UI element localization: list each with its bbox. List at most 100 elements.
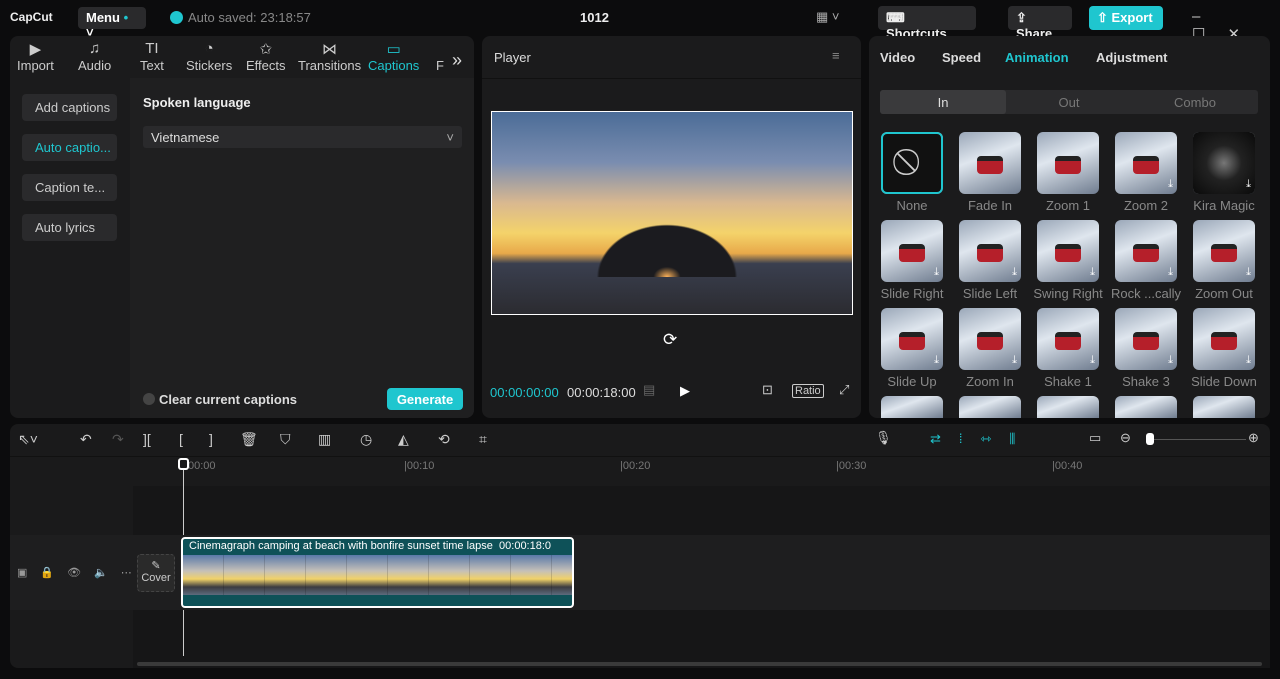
timeline-snap-toggles[interactable]: ⇄⁞⇿⫼ — [930, 431, 1033, 447]
play-button[interactable]: ▶ — [680, 383, 690, 399]
redo-icon[interactable]: ↷ — [112, 431, 124, 448]
segment-out[interactable]: Out — [1006, 90, 1132, 114]
freeze-icon[interactable]: ▥ — [318, 431, 331, 448]
clear-captions-checkbox[interactable]: Clear current captions — [143, 392, 297, 407]
tab-label: Audio — [78, 58, 112, 73]
ruler-label: |00:40 — [1052, 460, 1083, 472]
fit-icon[interactable]: ⊡ — [762, 382, 773, 398]
tab-transitions[interactable]: ⋈ Transitions — [298, 40, 361, 73]
tab-video[interactable]: Video — [880, 50, 915, 65]
split-left-icon[interactable]: [ — [179, 431, 183, 447]
microphone-icon[interactable]: 🎙 — [875, 430, 892, 446]
tab-label: Captions — [368, 58, 420, 73]
animation-tile[interactable] — [881, 396, 943, 418]
animation-tile[interactable]: ⤓ — [959, 220, 1021, 282]
clip-duration: 00:00:18:0 — [499, 540, 552, 552]
tab-label: Text — [140, 58, 164, 73]
reverse-icon[interactable]: ◷ — [360, 431, 372, 448]
animation-label: None — [896, 198, 928, 213]
zoom-out-icon[interactable]: ⊖ — [1120, 430, 1131, 446]
ratio-button[interactable]: Ratio — [792, 384, 824, 398]
animation-tile[interactable] — [1115, 396, 1177, 418]
tab-effects[interactable]: ✩ Effects — [246, 40, 286, 73]
current-time: 00:00:00:00 — [490, 385, 559, 400]
animation-tile[interactable] — [959, 132, 1021, 194]
export-button[interactable]: ⇧ Export — [1089, 6, 1163, 30]
animation-tile[interactable]: ⤓ — [1115, 132, 1177, 194]
tab-captions[interactable]: ▭ Captions — [368, 40, 419, 73]
animation-tile[interactable]: ⤓ — [1115, 220, 1177, 282]
shortcuts-button[interactable]: ⌨ Shortcuts — [878, 6, 976, 41]
tab-adjustment[interactable]: Adjustment — [1096, 50, 1168, 65]
mirror-icon[interactable]: ◭ — [398, 431, 409, 448]
animation-tile[interactable] — [959, 396, 1021, 418]
animation-label: Shake 3 — [1122, 374, 1170, 389]
share-button[interactable]: ⇪ Share — [1008, 6, 1072, 41]
animation-tile[interactable]: ⤓ — [959, 308, 1021, 370]
total-time: 00:00:18:00 — [567, 385, 636, 400]
track-controls[interactable]: ▣🔒👁🔈⋯ — [17, 566, 145, 579]
preview-axis-icon[interactable]: ▭ — [1089, 430, 1101, 446]
cable-car — [1133, 332, 1159, 350]
animation-tile[interactable]: ⤓ — [881, 220, 943, 282]
rotate-icon[interactable]: ⟳ — [663, 330, 677, 350]
layout-icon[interactable]: ▦ ˅ — [816, 9, 840, 25]
video-clip[interactable]: Cinemagraph camping at beach with bonfir… — [181, 537, 574, 608]
animation-tile[interactable]: ⤓ — [1193, 132, 1255, 194]
marker-icon[interactable]: ⛉ — [280, 431, 291, 448]
animation-tile[interactable]: ⤓ — [1115, 308, 1177, 370]
download-icon: ⤓ — [1012, 266, 1017, 278]
more-tabs-icon[interactable]: » — [452, 50, 462, 71]
animation-tile[interactable] — [1037, 396, 1099, 418]
generate-button[interactable]: Generate — [387, 388, 463, 410]
ruler-label: |00:20 — [620, 460, 651, 472]
timeline-list-icon[interactable]: ▤ — [643, 382, 655, 398]
animation-label: Slide Up — [887, 374, 937, 389]
autosave-status: Auto saved: 23:18:57 — [170, 10, 311, 25]
cable-car — [977, 332, 1003, 350]
animation-tile[interactable]: ⤓ — [1193, 308, 1255, 370]
tab-import[interactable]: ▶ Import — [17, 40, 54, 73]
animation-tile[interactable]: ⤓ — [1037, 308, 1099, 370]
sidebar-item[interactable]: Auto captio... — [22, 134, 117, 161]
undo-icon[interactable]: ↶ — [80, 431, 92, 448]
cable-car — [1055, 332, 1081, 350]
segment-combo[interactable]: Combo — [1132, 90, 1258, 114]
animation-tile[interactable] — [1037, 132, 1099, 194]
animation-tile[interactable]: ⤓ — [881, 308, 943, 370]
tab-f[interactable]: F — [436, 40, 444, 73]
crop-icon[interactable]: ⌗ — [479, 431, 487, 448]
select-icon[interactable]: ⇖˅ — [18, 431, 38, 448]
animation-label: Fade In — [967, 198, 1013, 213]
animation-tile[interactable]: ⤓ — [1037, 220, 1099, 282]
tab-animation[interactable]: Animation — [1005, 50, 1069, 65]
tab-text[interactable]: TI Text — [140, 40, 164, 73]
sidebar-item[interactable]: Auto lyrics — [22, 214, 117, 241]
fullscreen-icon[interactable]: ⤢ — [839, 382, 849, 398]
animation-tile[interactable]: ⃠ — [881, 132, 943, 194]
cover-button[interactable]: ✎ Cover — [137, 554, 175, 592]
rotate-icon[interactable]: ⟲ — [438, 431, 450, 448]
animation-label: Slide Down — [1191, 374, 1257, 389]
animation-label: Rock ...cally — [1110, 286, 1182, 301]
language-select[interactable]: Vietnamese ˅ — [143, 126, 462, 148]
delete-icon[interactable]: 🗑 — [240, 431, 258, 448]
zoom-in-icon[interactable]: ⊕ — [1248, 430, 1259, 446]
split-right-icon[interactable]: ] — [209, 431, 213, 447]
split-icon[interactable]: ][ — [143, 431, 151, 447]
animation-tile[interactable] — [1193, 396, 1255, 418]
segment-in[interactable]: In — [880, 90, 1006, 114]
sidebar-item[interactable]: Caption te... — [22, 174, 117, 201]
zoom-slider[interactable] — [1146, 433, 1246, 445]
cable-car — [977, 156, 1003, 174]
video-preview[interactable] — [491, 111, 853, 315]
tab-audio[interactable]: ♫ Audio — [78, 40, 111, 73]
menu-button[interactable]: Menu • ˅ — [78, 7, 146, 40]
player-menu-icon[interactable]: ≡ — [832, 48, 840, 63]
tab-speed[interactable]: Speed — [942, 50, 981, 65]
tab-stickers[interactable]: ◔ Stickers — [186, 40, 232, 73]
sidebar-item[interactable]: Add captions — [22, 94, 117, 121]
animation-tile[interactable]: ⤓ — [1193, 220, 1255, 282]
download-icon: ⤓ — [1012, 354, 1017, 366]
timeline-scrollbar[interactable] — [137, 662, 1262, 666]
